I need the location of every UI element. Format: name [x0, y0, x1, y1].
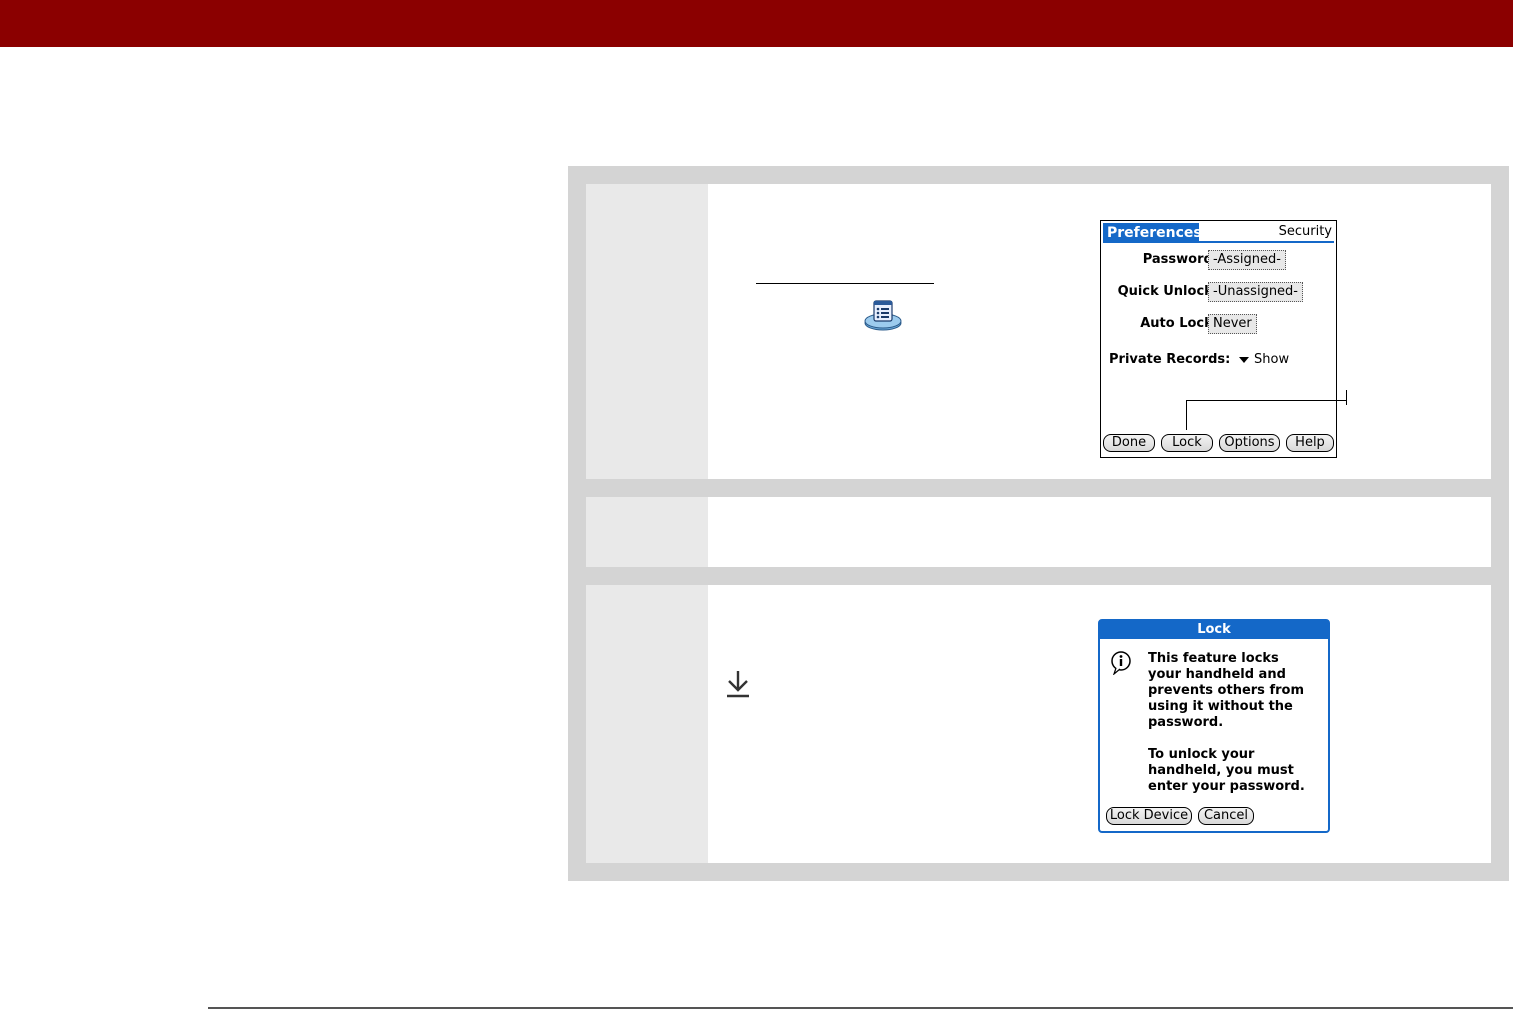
info-icon: [1111, 651, 1131, 675]
link-underline[interactable]: [756, 283, 934, 284]
options-button[interactable]: Options: [1219, 434, 1280, 452]
message-line: handheld, you must: [1148, 763, 1294, 778]
step-1-body: Preferences Security Password: -Assigned…: [708, 184, 1491, 479]
auto-lock-label: Auto Lock:: [1140, 316, 1218, 331]
message-line: prevents others from: [1148, 683, 1304, 698]
private-records-value[interactable]: Show: [1254, 352, 1289, 367]
password-label: Password:: [1142, 252, 1218, 267]
callout-line-vertical: [1186, 400, 1187, 430]
lock-dialog-title: Lock: [1100, 621, 1328, 639]
callout-line: [1186, 400, 1346, 401]
lock-device-button[interactable]: Lock Device: [1106, 807, 1192, 825]
message-line: your handheld and: [1148, 667, 1286, 682]
step-2: [586, 497, 1491, 567]
step-1-number-column: [586, 184, 708, 479]
security-prefs-screen: Preferences Security Password: -Assigned…: [1100, 220, 1337, 458]
download-arrow-icon: [727, 671, 749, 698]
chevron-down-icon[interactable]: [1239, 357, 1249, 363]
step-3-number-column: [586, 585, 708, 863]
step-3: Lock This feature locks your handheld an…: [586, 585, 1491, 863]
quick-unlock-label: Quick Unlock:: [1117, 284, 1218, 299]
lock-button[interactable]: Lock: [1161, 434, 1213, 452]
steps-frame: Preferences Security Password: -Assigned…: [568, 166, 1509, 881]
cancel-button[interactable]: Cancel: [1198, 807, 1254, 825]
message-line: To unlock your: [1148, 747, 1255, 762]
lock-dialog: Lock This feature locks your handheld an…: [1098, 619, 1330, 833]
password-selector[interactable]: -Assigned-: [1208, 250, 1286, 270]
panel-name[interactable]: Security: [1279, 223, 1332, 241]
message-line: using it without the: [1148, 699, 1293, 714]
preferences-app-icon[interactable]: [863, 298, 903, 332]
private-records-label: Private Records:: [1109, 352, 1231, 367]
message-line: enter your password.: [1148, 779, 1305, 794]
header-bar: [0, 0, 1513, 47]
message-line: password.: [1148, 715, 1224, 730]
help-button[interactable]: Help: [1286, 434, 1334, 452]
done-button[interactable]: Done: [1103, 434, 1155, 452]
step-3-body: Lock This feature locks your handheld an…: [708, 585, 1491, 863]
lock-dialog-unlock-note: To unlock your handheld, you must enter …: [1148, 747, 1323, 795]
step-1: Preferences Security Password: -Assigned…: [586, 184, 1491, 479]
quick-unlock-selector[interactable]: -Unassigned-: [1208, 282, 1304, 302]
step-2-number-column: [586, 497, 708, 567]
callout-tick: [1346, 390, 1347, 405]
footer-rule: [208, 1007, 1513, 1009]
message-line: This feature locks: [1148, 651, 1279, 666]
step-2-body: [708, 497, 1491, 567]
auto-lock-selector[interactable]: Never: [1208, 314, 1257, 334]
lock-dialog-message: This feature locks your handheld and pre…: [1148, 651, 1323, 731]
title-rule: [1103, 241, 1334, 243]
screen-title: Preferences: [1103, 223, 1202, 243]
